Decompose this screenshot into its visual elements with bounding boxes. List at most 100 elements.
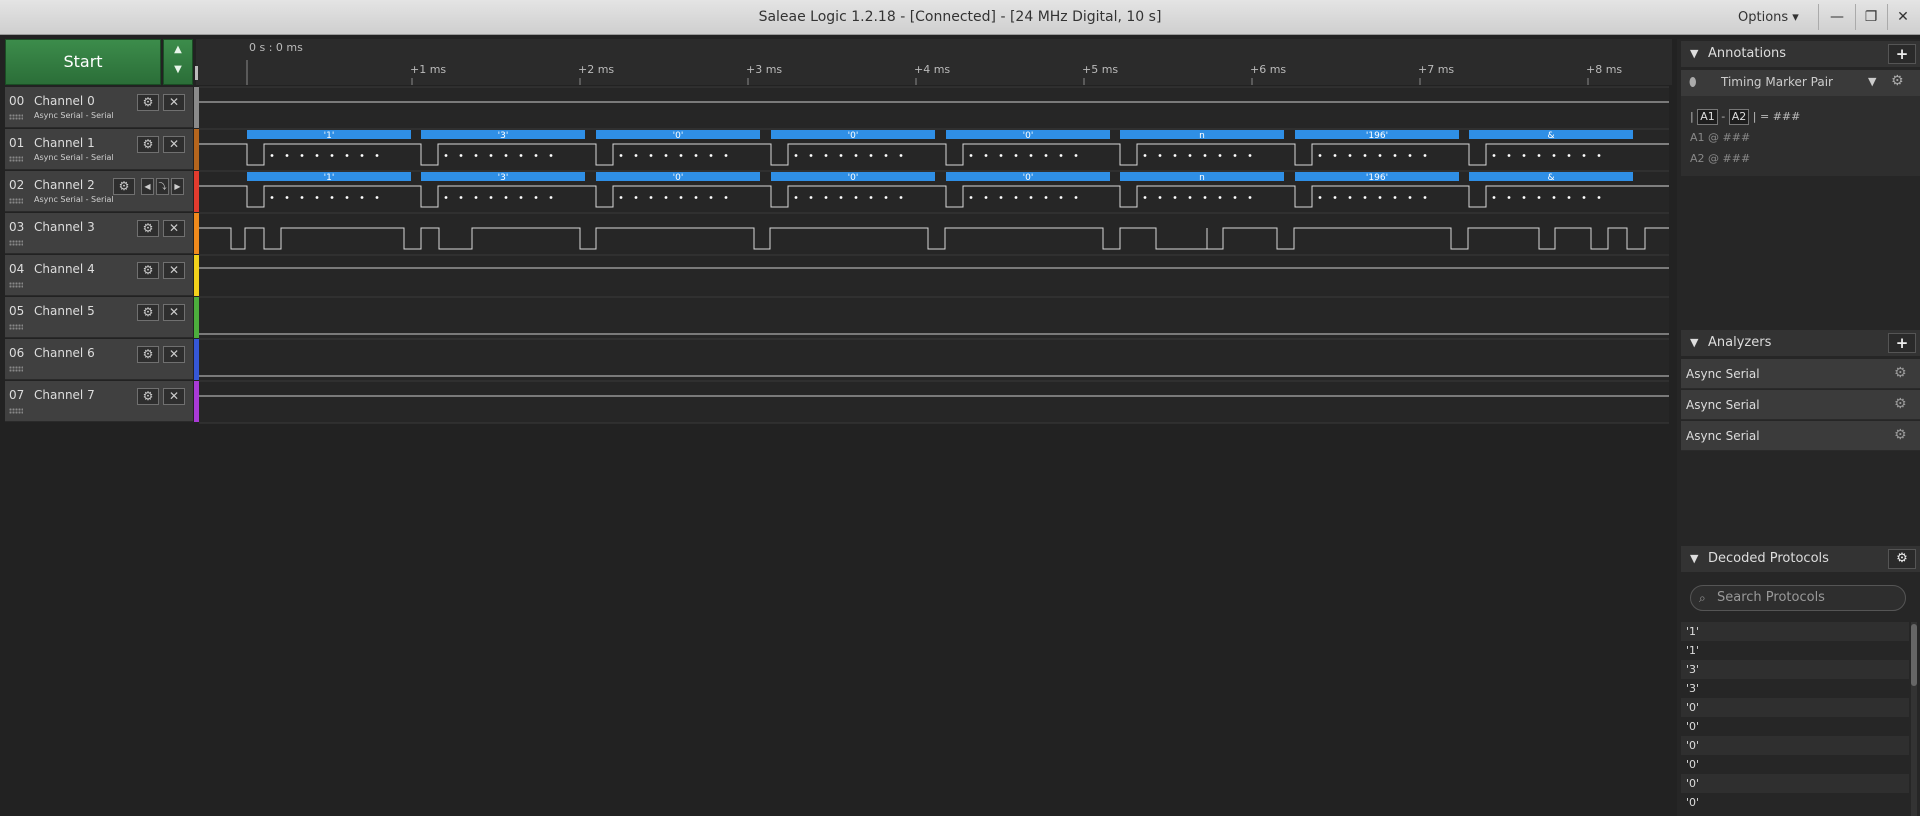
marker-pin-icon[interactable]: ⬮ — [1689, 75, 1697, 90]
list-item[interactable]: '1' — [1681, 622, 1909, 641]
timing-marker-pair[interactable]: ⬮ Timing Marker Pair ▼ ⚙ — [1681, 70, 1920, 96]
separator — [1855, 4, 1856, 30]
bit-sample-dot — [1233, 154, 1237, 157]
analyzer-item[interactable]: Async Serial ⚙ — [1681, 390, 1920, 420]
bit-sample-dot — [694, 196, 698, 199]
bit-sample-dot — [330, 196, 334, 199]
gear-icon[interactable]: ⚙ — [1891, 73, 1904, 89]
bit-sample-dot — [345, 196, 349, 199]
list-item[interactable]: '0' — [1681, 774, 1909, 793]
marker-delta-line: | A1 - A2 | = ### — [1690, 109, 1800, 125]
dropdown-icon[interactable]: ▼ — [1868, 75, 1876, 88]
bit-sample-dot — [519, 196, 523, 199]
bit-sample-dot — [1567, 196, 1571, 199]
bit-sample-dot — [1423, 196, 1427, 199]
bit-sample-dot — [869, 196, 873, 199]
bit-sample-dot — [1522, 154, 1526, 157]
decoded-bubble-label: n — [1199, 131, 1205, 141]
decoded-protocols-title: Decoded Protocols — [1708, 551, 1829, 566]
bit-sample-dot — [360, 154, 364, 157]
annotations-header[interactable]: ▼ Annotations + — [1681, 41, 1920, 67]
bit-sample-dot — [1507, 154, 1511, 157]
analyzer-item[interactable]: Async Serial ⚙ — [1681, 421, 1920, 451]
bit-sample-dot — [839, 196, 843, 199]
bit-sample-dot — [969, 154, 973, 157]
bit-sample-dot — [489, 196, 493, 199]
bit-sample-dot — [1029, 196, 1033, 199]
restore-button[interactable]: ❐ — [1859, 6, 1883, 28]
bit-sample-dot — [794, 154, 798, 157]
list-item[interactable]: '0' — [1681, 755, 1909, 774]
bit-sample-dot — [619, 196, 623, 199]
decoded-bubble-label: '3' — [498, 131, 509, 141]
bit-sample-dot — [1333, 196, 1337, 199]
decoded-protocols-header[interactable]: ▼ Decoded Protocols ⚙ — [1681, 546, 1920, 572]
bit-sample-dot — [1014, 154, 1018, 157]
bit-sample-dot — [999, 154, 1003, 157]
bit-sample-dot — [1044, 154, 1048, 157]
decoded-bubble-label: & — [1547, 173, 1554, 183]
bit-sample-dot — [884, 196, 888, 199]
bit-sample-dot — [854, 154, 858, 157]
list-item[interactable]: '1' — [1681, 641, 1909, 660]
a1-tag[interactable]: A1 — [1697, 109, 1718, 125]
list-item[interactable]: '0' — [1681, 698, 1909, 717]
scroll-handle-left — [195, 66, 198, 80]
close-button[interactable]: ✕ — [1891, 6, 1915, 28]
bit-sample-dot — [1522, 196, 1526, 199]
bit-sample-dot — [300, 196, 304, 199]
decoded-bubble-label: & — [1547, 131, 1554, 141]
bit-sample-dot — [1567, 154, 1571, 157]
analyzer-item[interactable]: Async Serial ⚙ — [1681, 359, 1920, 389]
bit-sample-dot — [504, 154, 508, 157]
separator — [1887, 4, 1888, 30]
bit-sample-dot — [854, 196, 858, 199]
options-menu[interactable]: Options ▾ — [1738, 0, 1799, 35]
list-item[interactable]: '3' — [1681, 660, 1909, 679]
bit-sample-dot — [345, 154, 349, 157]
bit-sample-dot — [899, 196, 903, 199]
bit-sample-dot — [1173, 154, 1177, 157]
a2-tag[interactable]: A2 — [1728, 109, 1750, 125]
decoded-list[interactable]: '1' '1' '3' '3' '0' '0' '0' '0' '0' '0' — [1681, 622, 1909, 816]
add-annotation-button[interactable]: + — [1888, 44, 1916, 64]
waveform-area[interactable]: '1' '3' '0' '0' '0' n '196' & '1' '3' '0' '0' '0' n '1… — [0, 0, 1672, 430]
bit-sample-dot — [724, 196, 728, 199]
decoded-bubble-label: '196' — [1366, 131, 1388, 141]
collapse-triangle-icon[interactable]: ▼ — [1690, 330, 1698, 356]
list-item[interactable]: '0' — [1681, 736, 1909, 755]
bit-sample-dot — [1203, 154, 1207, 157]
delta-value: = ### — [1759, 110, 1801, 123]
list-item[interactable]: '3' — [1681, 679, 1909, 698]
collapse-triangle-icon[interactable]: ▼ — [1690, 41, 1698, 67]
bit-sample-dot — [1348, 154, 1352, 157]
search-protocols-input[interactable]: ⌕ Search Protocols — [1690, 585, 1906, 611]
bit-sample-dot — [884, 154, 888, 157]
bit-sample-dot — [300, 154, 304, 157]
bit-sample-dot — [1393, 196, 1397, 199]
analyzer-name: Async Serial — [1686, 429, 1760, 443]
bit-sample-dot — [1492, 196, 1496, 199]
bit-sample-dot — [270, 154, 274, 157]
gear-icon[interactable]: ⚙ — [1894, 365, 1907, 381]
bit-sample-dot — [459, 196, 463, 199]
scrollbar-thumb[interactable] — [1911, 624, 1917, 686]
bit-sample-dot — [664, 196, 668, 199]
bit-sample-dot — [679, 196, 683, 199]
list-item[interactable]: '0' — [1681, 793, 1909, 812]
add-analyzer-button[interactable]: + — [1888, 333, 1916, 353]
gear-icon[interactable]: ⚙ — [1894, 396, 1907, 412]
minimize-button[interactable]: — — [1825, 6, 1849, 28]
bit-sample-dot — [1348, 196, 1352, 199]
gear-icon[interactable]: ⚙ — [1894, 427, 1907, 443]
decoded-bubble-label: '0' — [673, 173, 684, 183]
analyzers-header[interactable]: ▼ Analyzers + — [1681, 330, 1920, 356]
bit-sample-dot — [999, 196, 1003, 199]
bit-sample-dot — [1233, 196, 1237, 199]
bit-sample-dot — [1378, 196, 1382, 199]
bit-sample-dot — [519, 154, 523, 157]
decoded-bubble-label: '196' — [1366, 173, 1388, 183]
decoded-settings-button[interactable]: ⚙ — [1888, 549, 1916, 569]
collapse-triangle-icon[interactable]: ▼ — [1690, 546, 1698, 572]
list-item[interactable]: '0' — [1681, 717, 1909, 736]
